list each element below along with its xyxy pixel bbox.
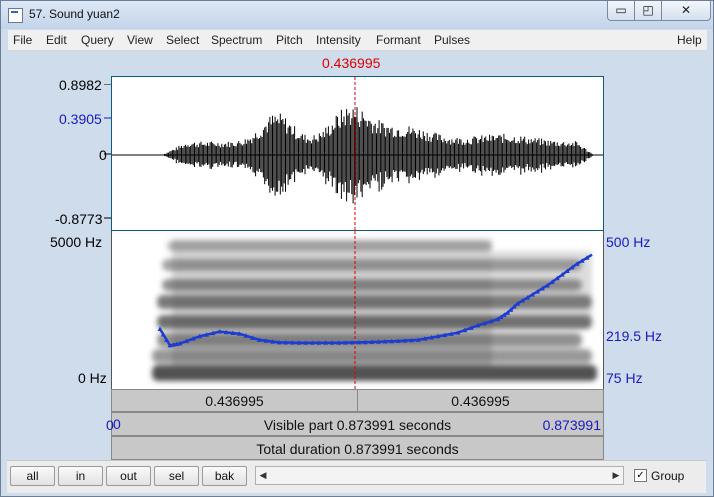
pitch-cursor-label: 219.5 Hz bbox=[606, 328, 663, 344]
spectrogram-intensity bbox=[152, 239, 597, 381]
window-app-icon bbox=[8, 8, 23, 23]
waveform-plot bbox=[112, 77, 603, 230]
visible-end-label: 0.873991 bbox=[542, 417, 601, 433]
zoom-out-button[interactable]: out bbox=[106, 466, 151, 486]
group-label: Group bbox=[651, 469, 685, 483]
menu-edit[interactable]: Edit bbox=[46, 33, 67, 47]
waveform-ymax-label: 0.8982 bbox=[59, 77, 102, 93]
waveform-signal bbox=[162, 107, 595, 204]
time-bar-left-half[interactable]: 0.436995 bbox=[112, 390, 358, 411]
visible-part-label: Visible part 0.873991 seconds bbox=[263, 417, 452, 433]
spectrogram-plot bbox=[152, 231, 597, 389]
pitch-min-label: 75 Hz bbox=[606, 370, 643, 386]
menu-select[interactable]: Select bbox=[166, 33, 199, 47]
cursor-time-bar: 0.436995 0.436995 bbox=[111, 389, 604, 412]
title-bar: 57. Sound yuan2 ▭ ◰ ✕ bbox=[1, 1, 713, 29]
close-button[interactable]: ✕ bbox=[661, 1, 711, 21]
menu-intensity[interactable]: Intensity bbox=[316, 33, 361, 47]
menu-pitch[interactable]: Pitch bbox=[276, 33, 303, 47]
spectrogram-fmin-label: 0 Hz bbox=[78, 370, 107, 386]
spectrogram-fmax-label: 5000 Hz bbox=[50, 234, 103, 250]
visible-start-left-label: 0 bbox=[113, 416, 121, 432]
menu-file[interactable]: File bbox=[13, 33, 32, 47]
spectrogram-tail-region bbox=[492, 251, 592, 321]
waveform-panel[interactable] bbox=[111, 76, 604, 231]
pitch-max-label: 500 Hz bbox=[606, 234, 651, 250]
menu-pulses[interactable]: Pulses bbox=[434, 33, 470, 47]
window-title: 57. Sound yuan2 bbox=[29, 7, 120, 21]
zoom-all-button[interactable]: all bbox=[10, 466, 55, 486]
zoom-in-button[interactable]: in bbox=[58, 466, 103, 486]
time-scrollbar[interactable]: ◀ ▶ bbox=[255, 466, 624, 485]
time-bar-right-half[interactable]: 0.436995 bbox=[358, 390, 603, 411]
maximize-button[interactable]: ◰ bbox=[634, 1, 662, 21]
cursor-time-label: 0.436995 bbox=[322, 55, 381, 71]
waveform-ymin-label: -0.8773 bbox=[55, 211, 103, 227]
menu-query[interactable]: Query bbox=[81, 33, 114, 47]
menu-view[interactable]: View bbox=[127, 33, 153, 47]
visible-part-bar[interactable]: 0 Visible part 0.873991 seconds 0.873991 bbox=[106, 412, 604, 436]
scroll-left-arrow-icon[interactable]: ◀ bbox=[256, 467, 270, 484]
zoom-back-button[interactable]: bak bbox=[202, 466, 247, 486]
total-duration-bar[interactable]: Total duration 0.873991 seconds bbox=[111, 436, 604, 460]
bottom-toolbar: all in out sel bak ◀ ▶ ✓ Group bbox=[7, 460, 706, 493]
menu-spectrum[interactable]: Spectrum bbox=[211, 33, 262, 47]
spectrogram-voiced-region bbox=[172, 239, 492, 379]
time-bar-left-label: 0.436995 bbox=[205, 393, 264, 409]
total-duration-label: Total duration 0.873991 seconds bbox=[256, 441, 459, 457]
menu-formant[interactable]: Formant bbox=[376, 33, 421, 47]
menu-bar: File Edit Query View Select Spectrum Pit… bbox=[8, 30, 707, 51]
group-checkbox[interactable]: ✓ bbox=[634, 469, 647, 482]
minimize-button[interactable]: ▭ bbox=[607, 1, 635, 21]
scroll-right-arrow-icon[interactable]: ▶ bbox=[609, 467, 623, 484]
menu-help[interactable]: Help bbox=[677, 33, 702, 47]
waveform-cursor-amplitude-label: 0.3905 bbox=[59, 111, 102, 127]
time-bar-right-label: 0.436995 bbox=[451, 393, 510, 409]
spectrogram-panel[interactable] bbox=[111, 231, 604, 389]
zoom-selection-button[interactable]: sel bbox=[154, 466, 199, 486]
